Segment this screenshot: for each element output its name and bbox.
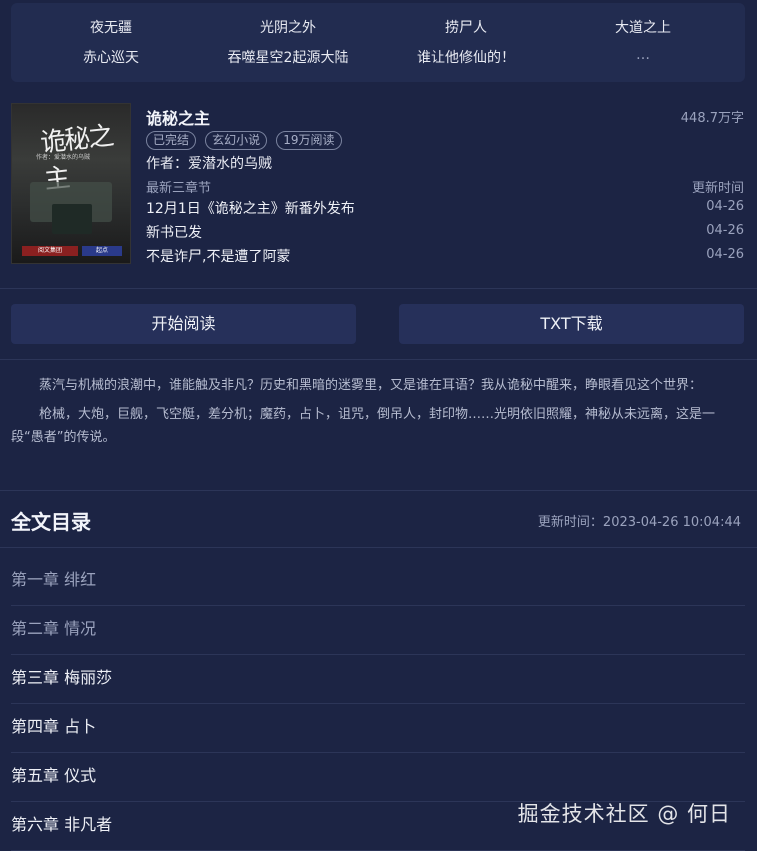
book-tags: 已完结 玄幻小说 19万阅读: [146, 129, 346, 150]
toc-update-time: 更新时间：2023-04-26 10:04:44: [537, 515, 741, 530]
related-book-link[interactable]: 捞尸人: [376, 17, 556, 37]
related-book-link[interactable]: 夜无疆: [21, 17, 201, 37]
chapter-link[interactable]: 第一章 绯红: [11, 557, 745, 606]
latest-chapter-row: 12月1日《诡秘之主》新番外发布 04-26: [146, 198, 744, 218]
latest-chapter-link[interactable]: 不是诈尸,不是遭了阿蒙: [146, 246, 290, 266]
section-divider: [0, 547, 757, 548]
latest-chapters-label: 最新三章节: [146, 181, 212, 196]
latest-chapter-link[interactable]: 新书已发: [146, 222, 202, 242]
watermark: 掘金技术社区 @ 何日: [517, 802, 731, 826]
book-cover[interactable]: 诡秘之主 作者：爱潜水的乌贼 阅文集团 起点: [11, 103, 131, 264]
chapter-link[interactable]: 第二章 情况: [11, 606, 745, 655]
latest-chapter-row: 新书已发 04-26: [146, 222, 744, 242]
word-count: 448.7万字: [680, 111, 744, 126]
cover-illustration-detail: [52, 204, 92, 234]
start-reading-button[interactable]: 开始阅读: [11, 304, 356, 344]
read-count-tag: 19万阅读: [276, 131, 342, 150]
related-book-link[interactable]: 光阴之外: [198, 17, 378, 37]
cover-author-art: 作者：爱潜水的乌贼: [36, 154, 91, 161]
toc-title: 全文目录: [11, 510, 91, 534]
category-tag[interactable]: 玄幻小说: [205, 131, 268, 150]
txt-download-button[interactable]: TXT下载: [399, 304, 744, 344]
update-time-label: 更新时间: [691, 181, 744, 196]
chapter-link[interactable]: 第五章 仪式: [11, 753, 745, 802]
section-divider: [0, 359, 757, 360]
book-intro: 蒸汽与机械的浪潮中，谁能触及非凡？历史和黑暗的迷雾里，又是谁在耳语？我从诡秘中醒…: [11, 374, 745, 455]
book-title[interactable]: 诡秘之主: [146, 105, 210, 129]
latest-chapter-link[interactable]: 12月1日《诡秘之主》新番外发布: [146, 198, 355, 218]
latest-chapter-date: 04-26: [706, 247, 744, 262]
intro-paragraph: 蒸汽与机械的浪潮中，谁能触及非凡？历史和黑暗的迷雾里，又是谁在耳语？我从诡秘中醒…: [39, 378, 703, 393]
latest-chapter-date: 04-26: [706, 199, 744, 214]
book-detail-page: 夜无疆 光阴之外 捞尸人 大道之上 赤心巡天 吞噬星空2起源大陆 谁让他修仙的！…: [0, 0, 757, 851]
related-book-link[interactable]: 吞噬星空2起源大陆: [198, 47, 378, 67]
section-divider: [0, 288, 757, 289]
related-row: 夜无疆 光阴之外 捞尸人 大道之上: [11, 17, 745, 37]
latest-chapter-row: 不是诈尸,不是遭了阿蒙 04-26: [146, 246, 744, 266]
chapter-link[interactable]: 第三章 梅丽莎: [11, 655, 745, 704]
related-book-link[interactable]: 赤心巡天: [21, 47, 201, 67]
related-book-link[interactable]: 大道之上: [553, 17, 733, 37]
platform-logo: 起点: [82, 246, 122, 256]
status-tag: 已完结: [146, 131, 197, 150]
more-books-link[interactable]: …: [553, 47, 733, 63]
latest-chapter-date: 04-26: [706, 223, 744, 238]
related-books-panel: 夜无疆 光阴之外 捞尸人 大道之上 赤心巡天 吞噬星空2起源大陆 谁让他修仙的！…: [11, 3, 745, 82]
intro-paragraph: 枪械，大炮，巨舰，飞空艇，差分机；魔药，占卜，诅咒，倒吊人，封印物……光明依旧照…: [11, 407, 716, 445]
chapter-link[interactable]: 第四章 占卜: [11, 704, 745, 753]
related-row: 赤心巡天 吞噬星空2起源大陆 谁让他修仙的！ …: [11, 47, 745, 67]
book-author[interactable]: 作者：爱潜水的乌贼: [146, 153, 272, 173]
publisher-logo: 阅文集团: [22, 246, 78, 256]
related-book-link[interactable]: 谁让他修仙的！: [376, 47, 556, 67]
section-divider: [0, 490, 757, 491]
